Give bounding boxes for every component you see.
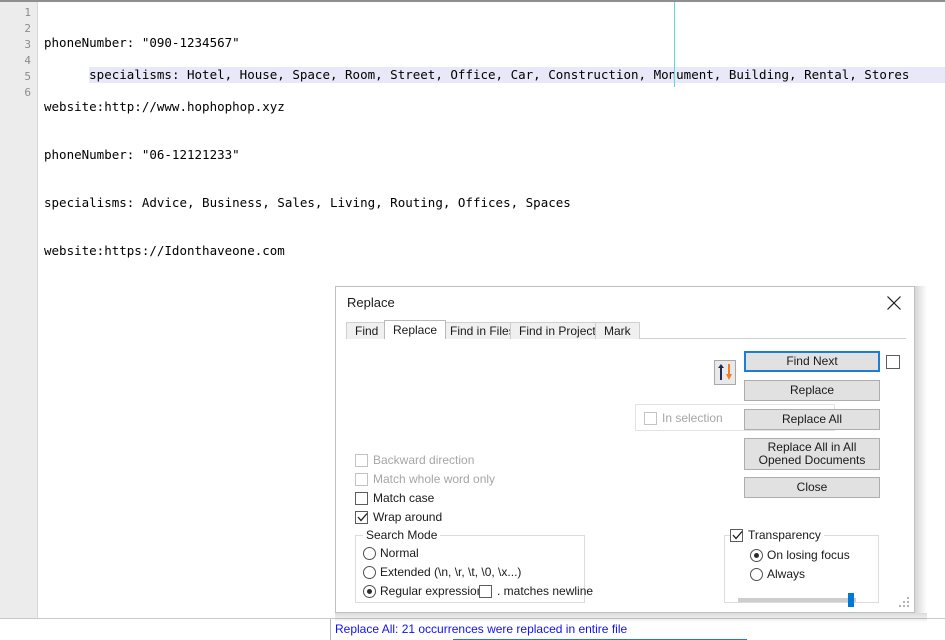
code-line[interactable]: website:https://Idonthaveone.com — [44, 243, 945, 259]
backward-direction-row: Backward direction — [355, 453, 474, 467]
search-mode-extended-label: Extended (\n, \r, \t, \0, \x...) — [380, 565, 522, 579]
transparency-group: Transparency On losing focus Always — [724, 528, 879, 607]
match-whole-word-checkbox — [355, 472, 368, 486]
search-mode-title: Search Mode — [363, 528, 441, 542]
wrap-around-row[interactable]: Wrap around — [355, 510, 442, 524]
transparency-title-row[interactable]: Transparency — [730, 528, 824, 542]
line-number: 5 — [24, 70, 31, 83]
dialog-titlebar[interactable]: Replace — [336, 287, 914, 320]
search-mode-normal-label: Normal — [380, 546, 419, 560]
always-label: Always — [767, 567, 806, 581]
text-caret — [674, 2, 675, 87]
transparency-title: Transparency — [748, 528, 821, 542]
radio-normal[interactable] — [363, 546, 376, 560]
dialog-title: Replace — [347, 295, 395, 310]
wrap-around-label: Wrap around — [373, 510, 443, 524]
in-selection-checkbox-row: In selection — [644, 411, 723, 425]
line-number: 1 — [24, 6, 31, 19]
transparency-slider[interactable] — [738, 593, 856, 607]
line-number: 3 — [24, 38, 31, 51]
dialog-shadow-right — [915, 286, 927, 613]
slider-thumb[interactable] — [848, 593, 854, 607]
tab-replace[interactable]: Replace — [384, 320, 447, 339]
search-mode-regex[interactable]: Regular expression — [363, 584, 483, 598]
close-button[interactable]: Close — [744, 477, 880, 498]
application-window: 1 2 3 4 5 6 phoneNumber: "090-1234567" s… — [0, 0, 945, 640]
replace-button[interactable]: Replace — [744, 380, 880, 401]
search-mode-group: Search Mode Normal Extended (\n, \r, \t,… — [355, 528, 593, 603]
transparency-always[interactable]: Always — [750, 567, 805, 581]
match-whole-word-row: Match whole word only — [355, 472, 495, 486]
radio-always[interactable] — [750, 567, 763, 581]
find-next-option-checkbox[interactable] — [886, 355, 900, 374]
code-line[interactable]: specialisms: Hotel, House, Space, Room, … — [89, 67, 945, 83]
status-message: Replace All: 21 occurrences were replace… — [335, 622, 628, 636]
swap-find-replace-button[interactable] — [714, 360, 736, 385]
code-content[interactable]: phoneNumber: "090-1234567" specialisms: … — [44, 3, 945, 291]
dot-matches-newline-checkbox[interactable] — [479, 584, 492, 598]
line-number: 4 — [24, 54, 31, 67]
match-case-row[interactable]: Match case — [355, 491, 434, 505]
transparency-checkbox[interactable] — [730, 528, 743, 542]
transparency-on-losing-focus[interactable]: On losing focus — [750, 548, 850, 562]
in-selection-label: In selection — [662, 411, 723, 425]
line-number: 6 — [24, 86, 31, 99]
code-line[interactable]: phoneNumber: "090-1234567" — [44, 35, 945, 51]
tab-bar: Find Replace Find in Files Find in Proje… — [346, 320, 906, 339]
search-mode-normal[interactable]: Normal — [363, 546, 419, 560]
code-line[interactable]: phoneNumber: "06-12121233" — [44, 147, 945, 163]
backward-direction-checkbox — [355, 453, 368, 467]
dot-matches-newline-label: . matches newline — [497, 584, 594, 598]
replace-all-button[interactable]: Replace All — [744, 409, 880, 430]
dot-matches-newline-row[interactable]: . matches newline — [479, 584, 593, 598]
match-whole-word-label: Match whole word only — [373, 472, 496, 486]
editor-top-border — [0, 0, 945, 2]
replace-all-in-all-opened-documents-button[interactable]: Replace All in All Opened Documents — [744, 438, 880, 470]
code-line[interactable]: website:http://www.hophophop.xyz — [44, 99, 945, 115]
close-icon[interactable] — [878, 289, 910, 317]
radio-extended[interactable] — [363, 565, 376, 579]
in-selection-checkbox — [644, 411, 657, 425]
backward-direction-label: Backward direction — [373, 453, 475, 467]
match-case-checkbox[interactable] — [355, 491, 368, 505]
dialog-shadow-bottom — [335, 613, 927, 623]
on-losing-focus-label: On losing focus — [767, 548, 850, 562]
search-mode-regex-label: Regular expression — [380, 584, 484, 598]
find-next-button[interactable]: Find Next — [744, 351, 880, 372]
line-number-gutter: 1 2 3 4 5 6 — [0, 2, 38, 618]
radio-on-losing-focus[interactable] — [750, 548, 763, 562]
slider-track — [738, 598, 856, 602]
match-case-label: Match case — [373, 491, 435, 505]
resize-grip[interactable] — [899, 597, 911, 609]
code-line[interactable]: specialisms: Advice, Business, Sales, Li… — [44, 195, 945, 211]
tab-find[interactable]: Find — [346, 322, 388, 339]
radio-regular-expression[interactable] — [363, 584, 376, 598]
status-divider — [330, 619, 331, 640]
wrap-around-checkbox[interactable] — [355, 510, 368, 524]
tab-mark[interactable]: Mark — [595, 322, 640, 339]
search-mode-extended[interactable]: Extended (\n, \r, \t, \0, \x...) — [363, 565, 521, 579]
line-number: 2 — [24, 22, 31, 35]
